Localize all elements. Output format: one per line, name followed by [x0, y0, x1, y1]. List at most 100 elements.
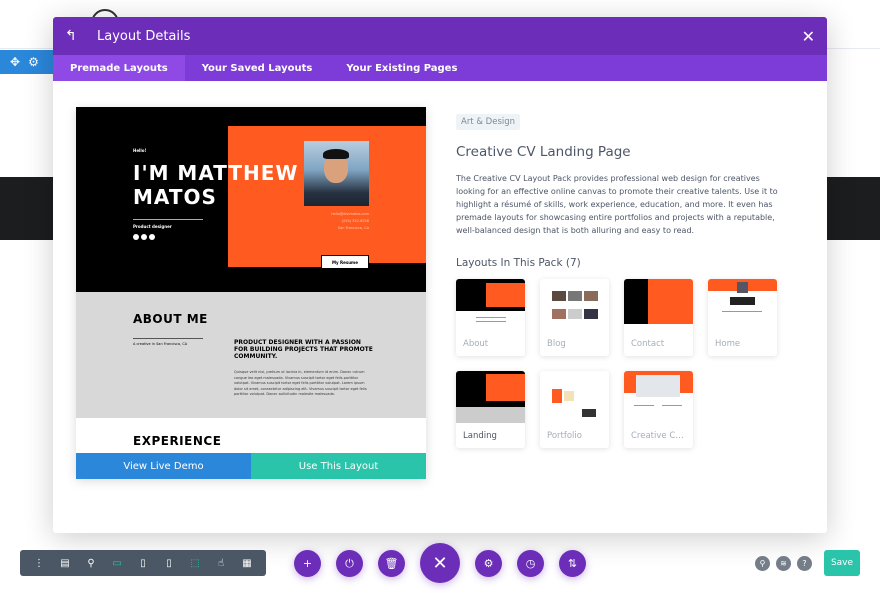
thumb-block: [486, 374, 525, 401]
preview-about: ABOUT ME A creative in San Francisco, CA…: [76, 292, 426, 418]
close-settings-button[interactable]: ✕: [420, 543, 460, 583]
sort-icon: ⇅: [567, 557, 578, 570]
trash-icon: 🗑: [384, 557, 399, 570]
preview-role: Product designer: [133, 224, 172, 229]
facebook-icon: [133, 234, 139, 240]
thumb-block: [624, 279, 648, 324]
power-button[interactable]: ⏻: [336, 550, 363, 577]
view-toolbar: ⋮ ▤ ⚲ ▭ ▯ ▯: [20, 550, 188, 576]
gear-icon: ⚙: [483, 557, 494, 570]
preview-hero: Hello! I'M MATTHEW MATOS Product designe…: [76, 107, 426, 292]
search-icon: ⚲: [759, 559, 766, 568]
preview-experience-title: EXPERIENCE: [133, 434, 222, 448]
layout-card-landing[interactable]: Landing: [456, 371, 525, 448]
preview-resume-button: My Resume: [321, 255, 369, 269]
history-icon: ◷: [525, 557, 536, 570]
thumb-block: [568, 309, 582, 319]
preview-phone: (255) 352-6258: [341, 219, 369, 223]
sort-button[interactable]: ⇅: [559, 550, 586, 577]
search-button[interactable]: ⚲: [755, 556, 770, 571]
layout-card-portfolio[interactable]: Portfolio: [540, 371, 609, 448]
thumb-line: [476, 321, 506, 322]
layout-preview: Hello! I'M MATTHEW MATOS Product designe…: [76, 107, 426, 479]
section-toolbar[interactable]: ✥ ⚙: [0, 50, 60, 74]
close-icon: ✕: [432, 552, 448, 574]
thumb-home: [708, 279, 777, 331]
layout-details-modal: ↰ Layout Details ✕ Premade Layouts Your …: [53, 17, 827, 533]
save-button[interactable]: Save: [824, 550, 860, 576]
layers-button[interactable]: ≋: [776, 556, 791, 571]
layout-card-label: About: [463, 339, 489, 349]
thumb-line: [634, 405, 654, 406]
thumb-block: [486, 283, 525, 307]
back-arrow-icon[interactable]: ↰: [65, 28, 87, 44]
preview-about-title: ABOUT ME: [133, 312, 208, 326]
modal-header: ↰ Layout Details ✕: [53, 17, 827, 55]
thumb-contact: [624, 279, 693, 331]
tab-saved-layouts[interactable]: Your Saved Layouts: [185, 55, 330, 81]
pack-title: Layouts In This Pack (7): [456, 257, 581, 269]
preview-hello: Hello!: [133, 148, 147, 153]
layout-card-label: Contact: [631, 339, 665, 349]
close-icon[interactable]: ✕: [802, 27, 815, 46]
thumb-creative-cv: [624, 371, 693, 423]
linkedin-icon: [149, 234, 155, 240]
mode-toolbar: ⬚ ☝ ▦: [176, 550, 266, 576]
modal-title: Layout Details: [97, 28, 191, 44]
wireframe-icon[interactable]: ▤: [52, 558, 78, 569]
layout-card-blog[interactable]: Blog: [540, 279, 609, 356]
preview-social-icons: [133, 234, 155, 240]
layout-card-label: Portfolio: [547, 431, 582, 441]
layout-info: Art & Design Creative CV Landing Page Th…: [456, 109, 786, 448]
gear-icon[interactable]: ⚙: [28, 55, 39, 69]
thumb-block: [648, 279, 693, 324]
select-icon[interactable]: ⬚: [182, 558, 208, 569]
layout-card-contact[interactable]: Contact: [624, 279, 693, 356]
category-badge[interactable]: Art & Design: [456, 114, 521, 130]
layout-card-home[interactable]: Home: [708, 279, 777, 356]
view-live-demo-button[interactable]: View Live Demo: [76, 453, 251, 479]
layout-card-label: Home: [715, 339, 741, 349]
add-icon: +: [302, 557, 313, 570]
tab-existing-pages[interactable]: Your Existing Pages: [329, 55, 474, 81]
more-icon[interactable]: ⋮: [26, 558, 52, 569]
layout-card-label: Creative CV...: [631, 431, 689, 441]
zoom-icon[interactable]: ⚲: [78, 558, 104, 569]
settings-button[interactable]: ⚙: [475, 550, 502, 577]
grid-icon[interactable]: ▦: [234, 558, 260, 569]
tablet-icon[interactable]: ▯: [130, 558, 156, 569]
tab-premade-layouts[interactable]: Premade Layouts: [53, 55, 185, 81]
thumb-block: [552, 309, 566, 319]
thumb-block: [584, 291, 598, 301]
thumb-block: [564, 391, 574, 401]
thumb-block: [552, 291, 566, 301]
trash-button[interactable]: 🗑: [378, 550, 405, 577]
preview-email: hello@divimatos.com: [331, 212, 369, 216]
preview-location: San Francisco, CA: [337, 226, 369, 230]
thumb-portfolio: [540, 371, 609, 423]
preview-actions: View Live Demo Use This Layout: [76, 453, 426, 479]
power-icon: ⏻: [345, 556, 354, 570]
thumb-block: [737, 282, 748, 293]
click-mode-icon[interactable]: ☝: [208, 558, 234, 569]
thumb-about: [456, 279, 525, 331]
history-button[interactable]: ◷: [517, 550, 544, 577]
thumb-block: [552, 389, 562, 403]
layout-title: Creative CV Landing Page: [456, 144, 631, 160]
use-this-layout-button[interactable]: Use This Layout: [251, 453, 426, 479]
thumb-block: [730, 297, 755, 305]
thumb-line: [662, 405, 682, 406]
preview-orange-strip: [228, 263, 328, 267]
thumb-block: [568, 291, 582, 301]
layout-card-label: Blog: [547, 339, 566, 349]
thumb-landing: [456, 371, 525, 423]
help-button[interactable]: ?: [797, 556, 812, 571]
thumb-block: [456, 407, 525, 423]
preview-contact: hello@divimatos.com (255) 352-6258 San F…: [331, 211, 369, 232]
add-button[interactable]: +: [294, 550, 321, 577]
desktop-icon[interactable]: ▭: [104, 558, 130, 569]
layout-description: The Creative CV Layout Pack provides pro…: [456, 174, 778, 235]
move-icon[interactable]: ✥: [10, 55, 20, 69]
layout-card-about[interactable]: About: [456, 279, 525, 356]
layout-card-creative-cv[interactable]: Creative CV...: [624, 371, 693, 448]
